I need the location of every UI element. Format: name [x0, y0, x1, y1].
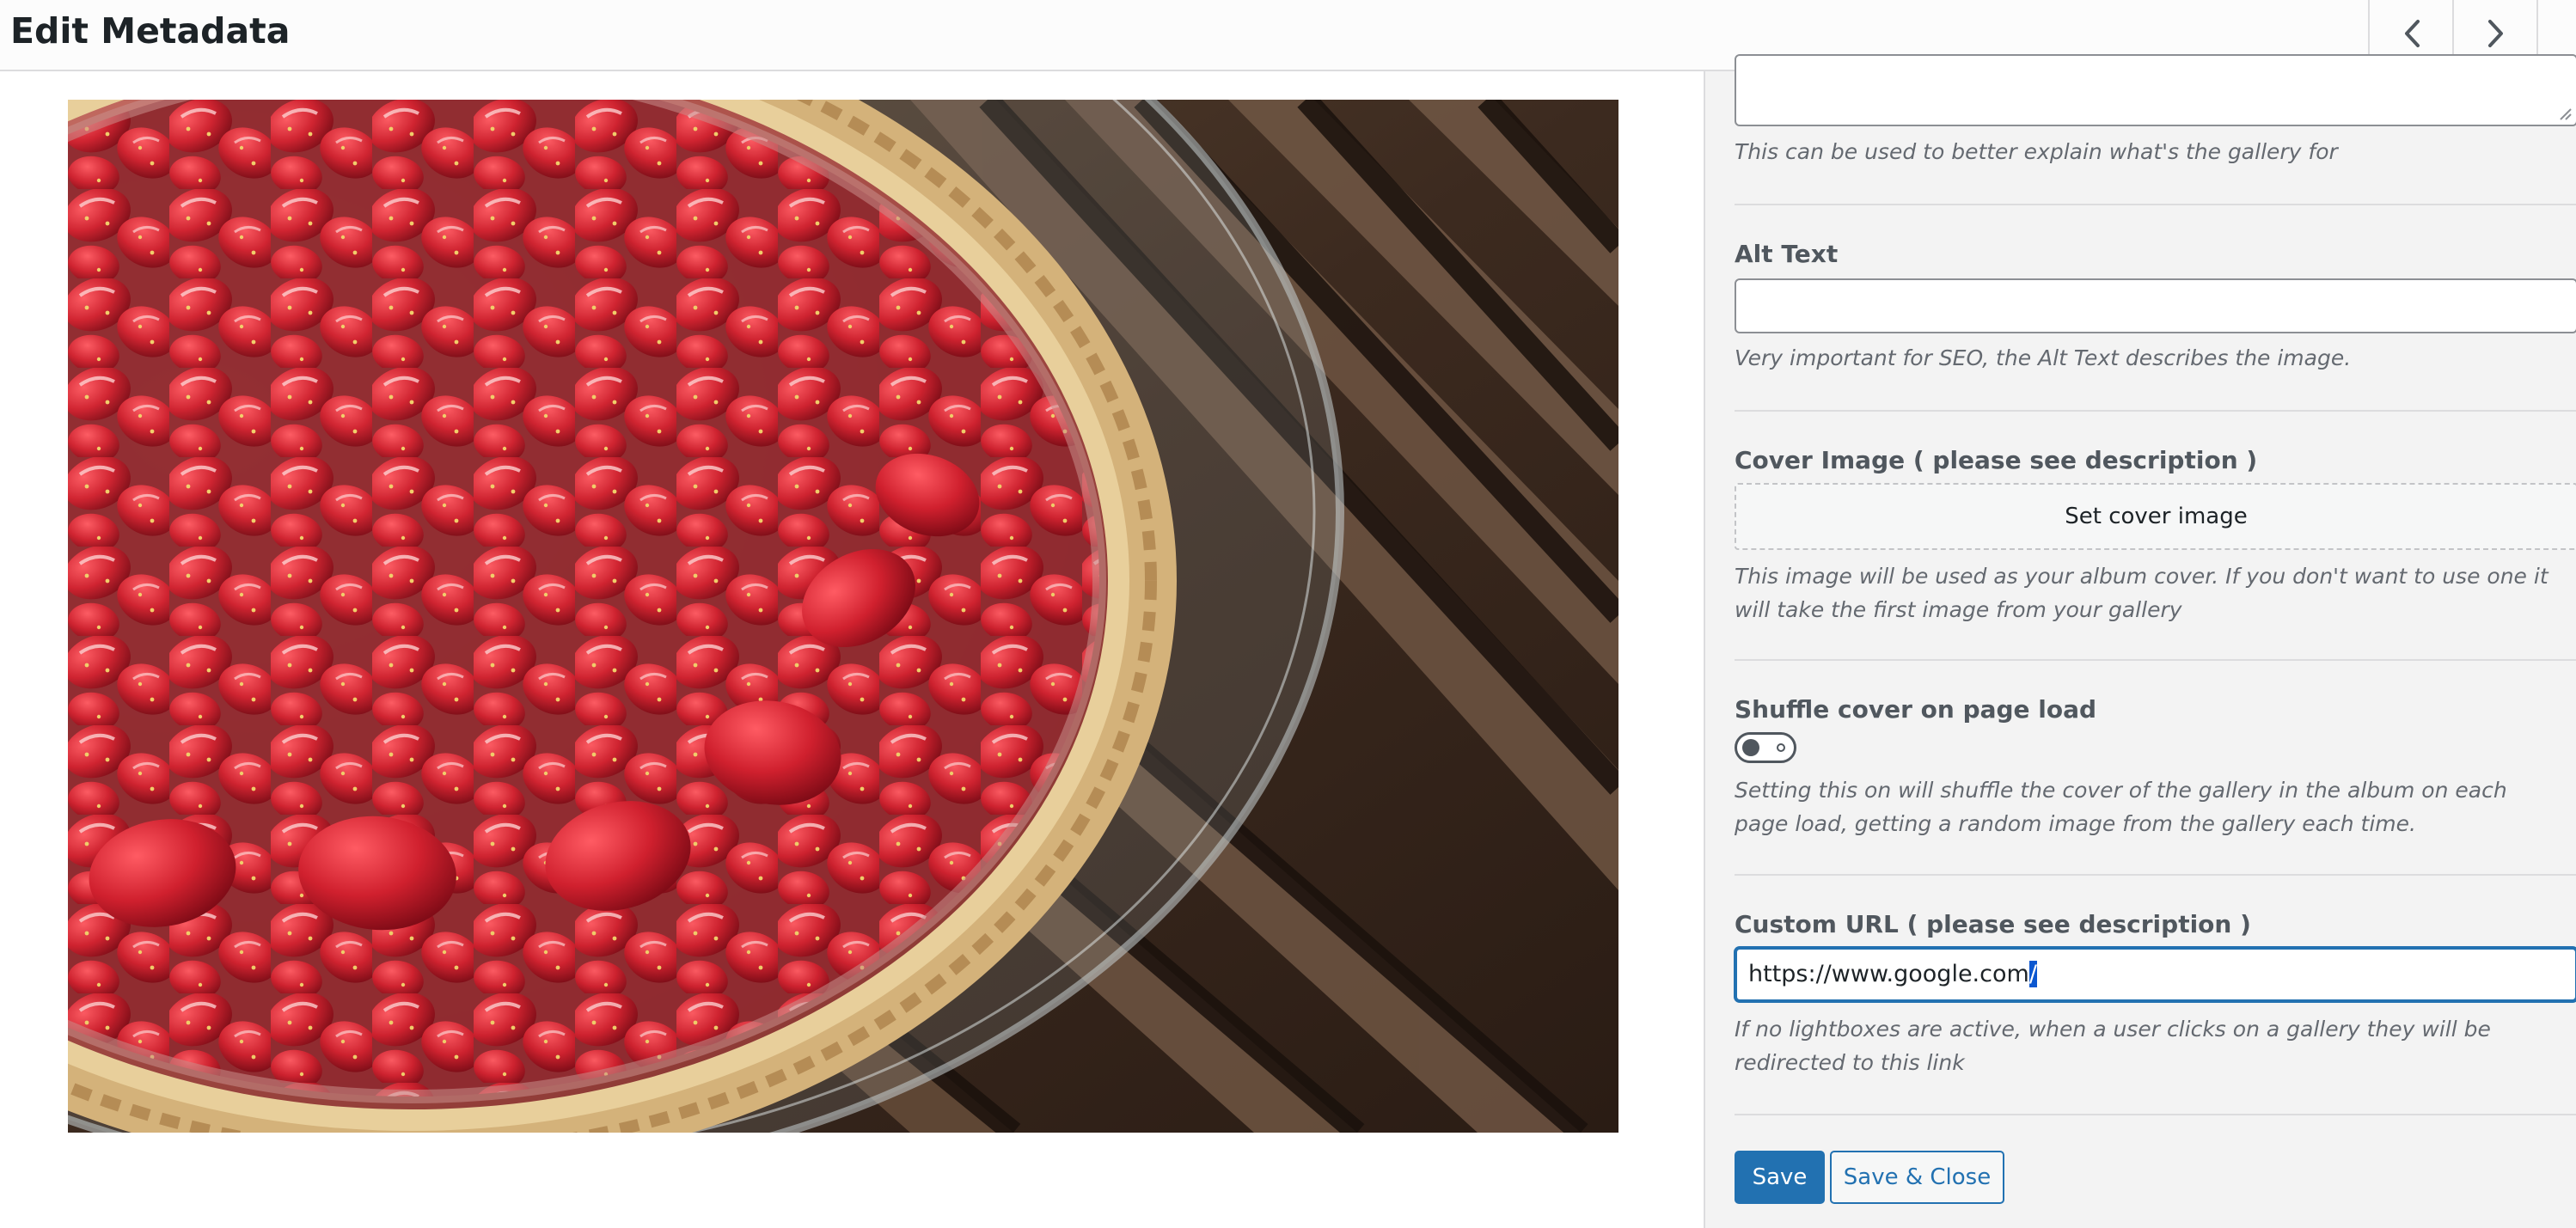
caption-help-text: This can be used to better explain what'… — [1735, 139, 2338, 164]
shuffle-cover-label: Shuffle cover on page load — [1735, 695, 2097, 724]
cover-image-label: Cover Image ( please see description ) — [1735, 446, 2258, 474]
save-button[interactable]: Save — [1735, 1151, 1825, 1204]
divider — [1735, 204, 2576, 205]
chevron-left-icon — [2405, 20, 2420, 47]
divider — [1735, 1114, 2576, 1115]
alt-text-label: Alt Text — [1735, 240, 1839, 268]
alt-text-input[interactable] — [1735, 278, 2576, 333]
resize-handle-icon[interactable] — [2557, 106, 2573, 121]
media-preview-pane — [0, 71, 1704, 1228]
caption-textarea[interactable] — [1735, 54, 2576, 126]
chevron-right-icon — [2488, 20, 2503, 47]
alt-text-help-text: Very important for SEO, the Alt Text des… — [1735, 345, 2352, 370]
divider — [1735, 659, 2576, 661]
custom-url-help-text: If no lightboxes are active, when a user… — [1735, 1017, 2491, 1075]
divider — [1735, 874, 2576, 876]
page-title: Edit Metadata — [10, 10, 291, 52]
set-cover-image-button[interactable]: Set cover image — [1735, 483, 2576, 550]
divider — [1735, 410, 2576, 412]
shuffle-cover-toggle[interactable] — [1735, 732, 1796, 763]
metadata-settings-panel: This can be used to better explain what'… — [1704, 54, 2576, 1228]
save-and-close-button[interactable]: Save & Close — [1830, 1151, 2004, 1204]
custom-url-selected-text: / — [2028, 961, 2037, 987]
toggle-knob — [1742, 739, 1759, 756]
gallery-image-preview — [68, 100, 1618, 1133]
toggle-off-indicator-icon — [1777, 743, 1785, 752]
cover-image-help-text: This image will be used as your album co… — [1735, 564, 2548, 622]
shuffle-cover-help-text: Setting this on will shuffle the cover o… — [1735, 778, 2507, 836]
custom-url-value[interactable]: https://www.google.com/ — [1748, 947, 2037, 1002]
custom-url-text: https://www.google.com — [1748, 961, 2029, 987]
custom-url-label: Custom URL ( please see description ) — [1735, 910, 2251, 938]
